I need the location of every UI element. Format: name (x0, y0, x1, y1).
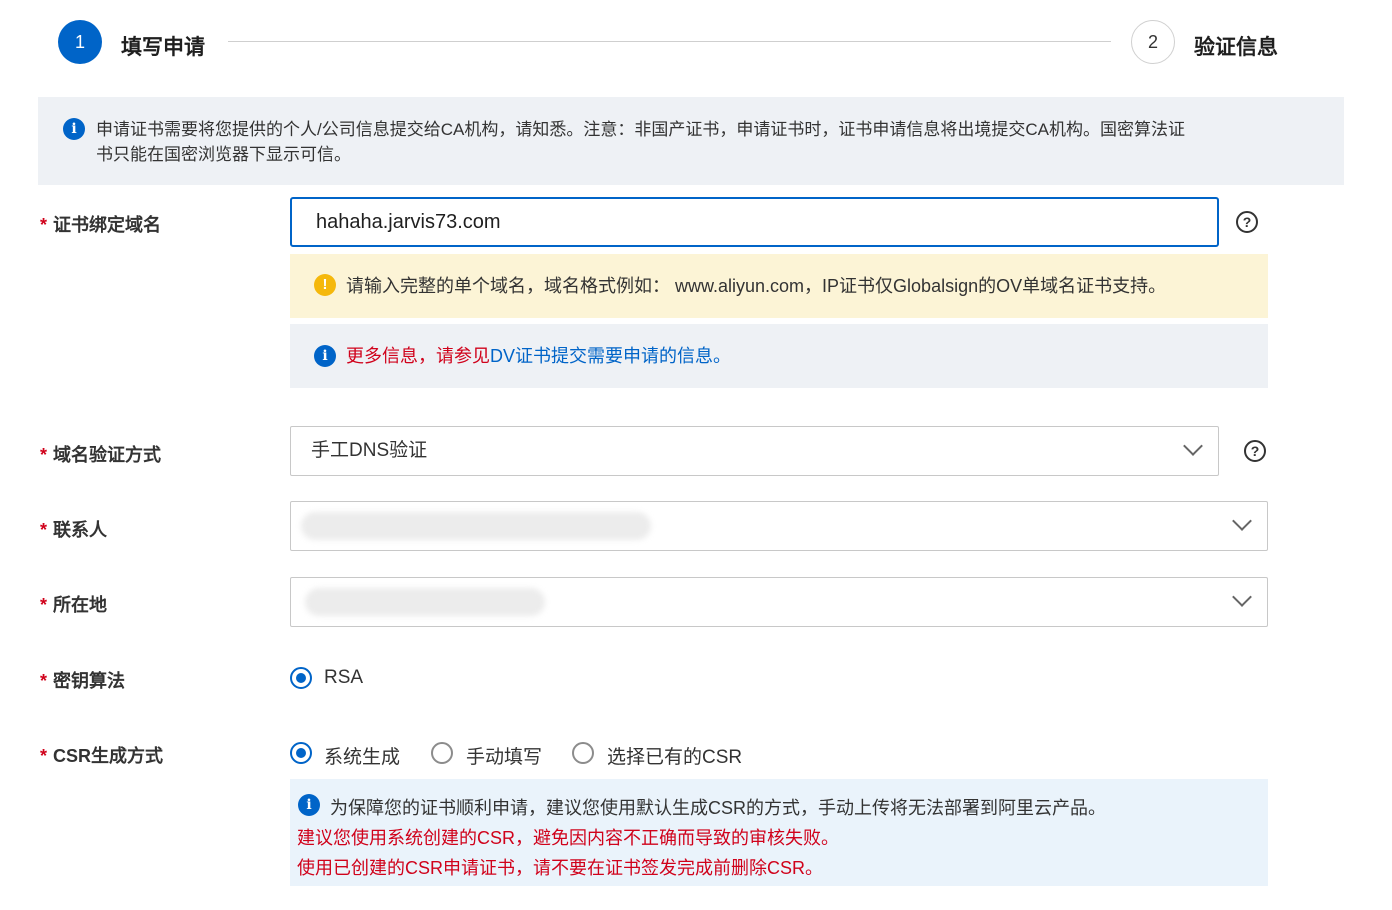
warning-icon: ! (314, 274, 336, 296)
info-icon: i (314, 345, 336, 367)
radio-system-generate-label[interactable]: 系统生成 (324, 742, 400, 769)
step-2-indicator: 2 (1131, 20, 1175, 64)
step-connector (228, 41, 1111, 42)
verify-method-label: * 域名验证方式 (40, 445, 162, 465)
csr-info-box: i 为保障您的证书顺利申请，建议您使用默认生成CSR的方式，手动上传将无法部署到… (290, 779, 1268, 886)
domain-label: * 证书绑定域名 (40, 215, 162, 235)
dv-info-link[interactable]: DV证书提交需要申请的信息 (490, 346, 713, 366)
chevron-down-icon (1183, 436, 1203, 456)
chevron-down-icon (1232, 511, 1252, 531)
csr-info-text: 为保障您的证书顺利申请，建议您使用默认生成CSR的方式，手动上传将无法部署到阿里… (330, 798, 1106, 818)
contact-select[interactable] (290, 501, 1268, 551)
verify-method-select[interactable]: 手工DNS验证 (290, 426, 1219, 476)
csr-warning-1: 建议您使用系统创建的CSR，避免因内容不正确而导致的审核失败。 (297, 828, 840, 848)
notice-line-1: 申请证书需要将您提供的个人/公司信息提交给CA机构，请知悉。注意：非国产证书，申… (96, 120, 1185, 139)
csr-warning-2: 使用已创建的CSR申请证书，请不要在证书签发完成前删除CSR。 (297, 858, 824, 878)
radio-system-generate[interactable] (290, 742, 312, 764)
radio-manual[interactable] (431, 742, 453, 764)
step-1-title: 填写申请 (121, 36, 205, 59)
csr-label: * CSR生成方式 (40, 746, 164, 766)
info-icon: i (298, 794, 320, 816)
contact-label: * 联系人 (40, 520, 108, 540)
key-algo-label: * 密钥算法 (40, 671, 126, 691)
domain-warning: ! 请输入完整的单个域名，域名格式例如： www.aliyun.com，IP证书… (290, 254, 1268, 318)
step-2-title: 验证信息 (1194, 36, 1278, 59)
radio-existing-csr[interactable] (572, 742, 594, 764)
domain-input[interactable]: hahaha.jarvis73.com (290, 197, 1219, 247)
chevron-down-icon (1232, 587, 1252, 607)
step-1-indicator: 1 (58, 20, 102, 64)
location-label: * 所在地 (40, 595, 108, 615)
radio-rsa[interactable] (290, 667, 312, 689)
redacted-value (301, 512, 651, 540)
radio-manual-label[interactable]: 手动填写 (466, 742, 542, 769)
info-icon: i (63, 118, 85, 140)
radio-rsa-label[interactable]: RSA (324, 667, 363, 689)
help-icon[interactable]: ? (1244, 440, 1266, 462)
radio-existing-csr-label[interactable]: 选择已有的CSR (607, 742, 742, 769)
notice-line-2: 书只能在国密浏览器下显示可信。 (96, 145, 351, 164)
help-icon[interactable]: ? (1236, 211, 1258, 233)
notice-banner: i 申请证书需要将您提供的个人/公司信息提交给CA机构，请知悉。注意：非国产证书… (38, 97, 1344, 185)
location-select[interactable] (290, 577, 1268, 627)
steps-bar: 1 填写申请 2 验证信息 (58, 20, 1298, 66)
redacted-value (305, 588, 545, 616)
domain-info: i 更多信息，请参见DV证书提交需要申请的信息。 (290, 324, 1268, 388)
